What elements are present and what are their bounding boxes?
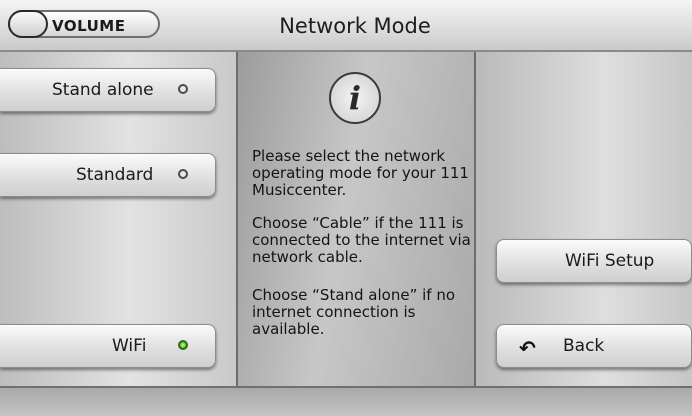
actions-panel: WiFi Setup ↶ Back bbox=[476, 52, 692, 386]
wifi-label: WiFi bbox=[112, 336, 147, 356]
info-paragraph-3: Choose “Stand alone” if no internet conn… bbox=[252, 286, 456, 338]
page-title: Network Mode bbox=[279, 14, 431, 38]
back-label: Back bbox=[563, 336, 605, 356]
wifi-indicator bbox=[178, 340, 188, 350]
stand-alone-label: Stand alone bbox=[52, 80, 154, 100]
standard-button[interactable]: Standard bbox=[0, 153, 216, 197]
wifi-button[interactable]: WiFi bbox=[0, 324, 216, 368]
mode-options-panel: Stand alone Standard WiFi bbox=[0, 52, 236, 386]
info-paragraph-1: Please select the network operating mode… bbox=[252, 147, 469, 199]
wifi-setup-label: WiFi Setup bbox=[565, 251, 655, 271]
volume-slider-knob[interactable] bbox=[8, 10, 48, 38]
footer-bar bbox=[0, 386, 692, 416]
stand-alone-indicator bbox=[178, 84, 188, 94]
volume-slider[interactable]: VOLUME bbox=[8, 10, 160, 38]
volume-label: VOLUME bbox=[52, 17, 126, 35]
info-panel: i Please select the network operating mo… bbox=[236, 52, 476, 386]
back-button[interactable]: ↶ Back bbox=[496, 324, 692, 368]
info-icon: i bbox=[329, 72, 381, 124]
standard-indicator bbox=[178, 169, 188, 179]
stand-alone-button[interactable]: Stand alone bbox=[0, 68, 216, 112]
info-paragraph-2: Choose “Cable” if the 111 is connected t… bbox=[252, 214, 471, 266]
header-bar: VOLUME Network Mode bbox=[0, 0, 692, 52]
back-arrow-icon: ↶ bbox=[519, 336, 536, 360]
wifi-setup-button[interactable]: WiFi Setup bbox=[496, 239, 692, 283]
standard-label: Standard bbox=[76, 165, 154, 185]
